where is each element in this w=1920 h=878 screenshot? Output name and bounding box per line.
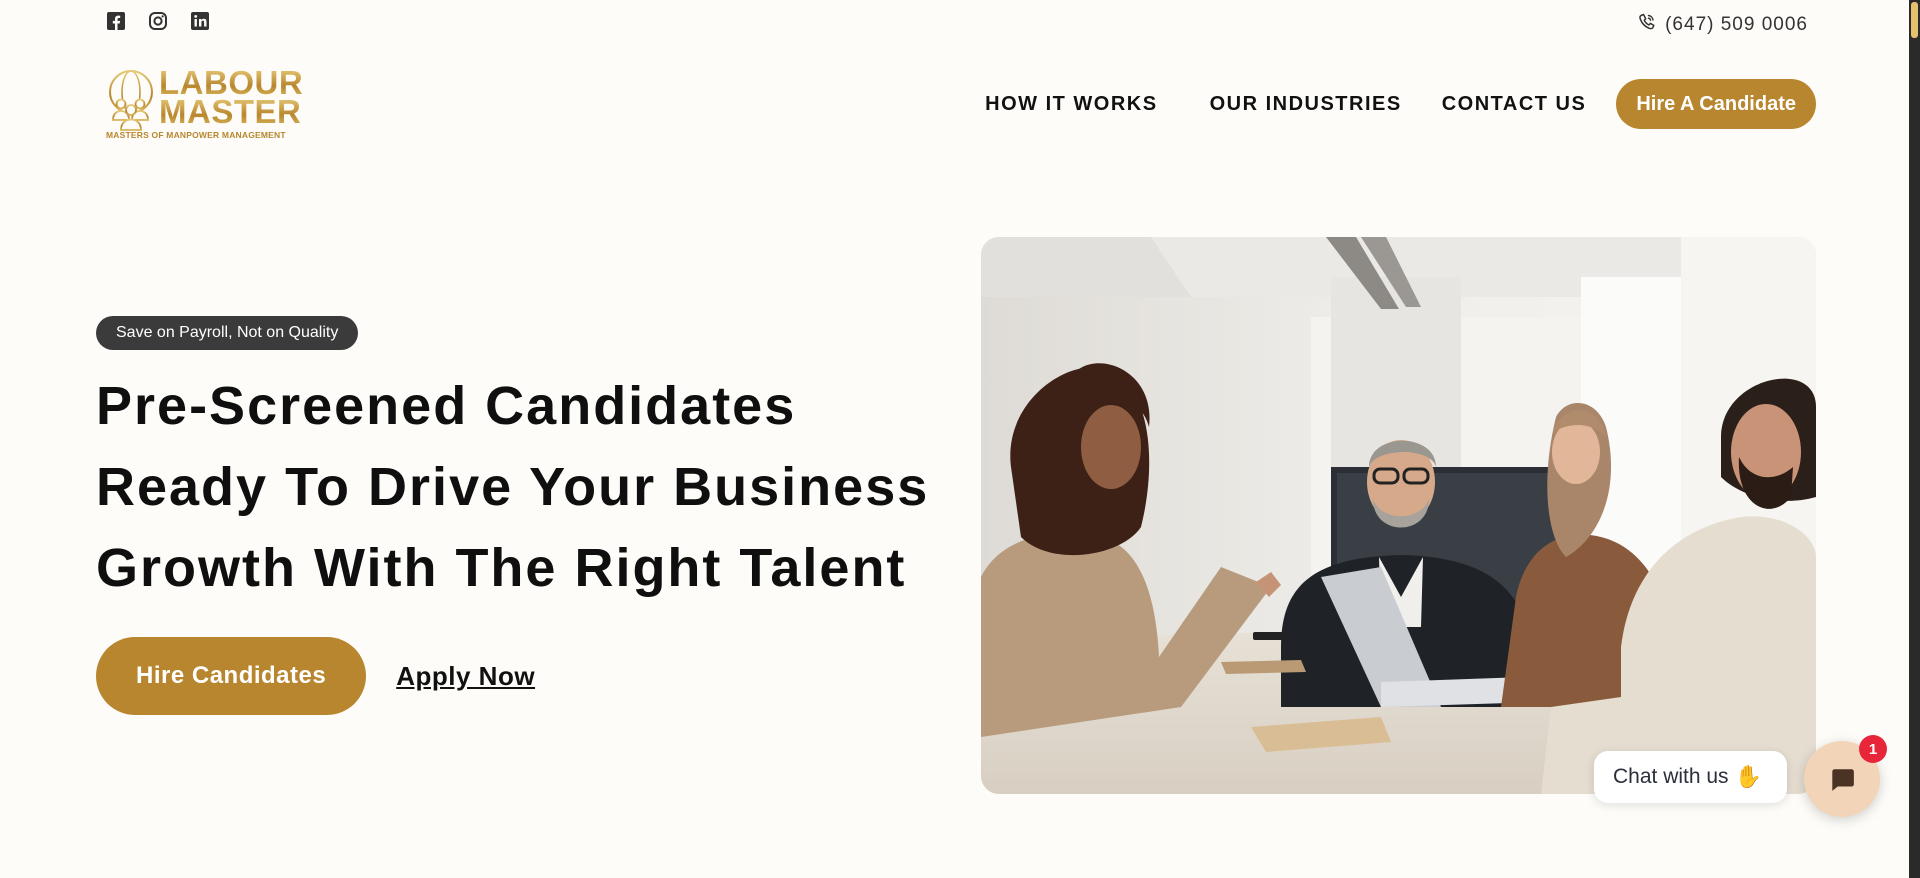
linkedin-icon[interactable] xyxy=(189,10,211,32)
top-bar: (647) 509 0006 xyxy=(0,0,1920,44)
apply-now-link[interactable]: Apply Now xyxy=(396,661,535,692)
chat-icon xyxy=(1832,769,1854,791)
hero-photo xyxy=(981,237,1816,794)
scrollbar-thumb[interactable] xyxy=(1911,2,1918,38)
headline-line: Ready To Drive Your Business xyxy=(96,457,930,517)
chat-prompt-text: Chat with us xyxy=(1613,765,1729,788)
chat-prompt[interactable]: Chat with us ✋ xyxy=(1594,751,1787,803)
hire-a-candidate-button[interactable]: Hire A Candidate xyxy=(1616,79,1816,129)
phone-contact[interactable]: (647) 509 0006 xyxy=(1637,12,1808,38)
brand-logo[interactable]: LABOUR MASTER MASTERS OF MANPOWER MANAGE… xyxy=(106,66,321,142)
waving-hand-icon: ✋ xyxy=(1734,764,1762,789)
page-scrollbar[interactable] xyxy=(1909,0,1920,878)
instagram-icon[interactable] xyxy=(147,10,169,32)
hero-actions: Hire Candidates Apply Now xyxy=(96,637,535,715)
promo-badge: Save on Payroll, Not on Quality xyxy=(96,316,359,350)
nav-contact-us[interactable]: CONTACT US xyxy=(1442,93,1587,116)
main-nav: HOW IT WORKS OUR INDUSTRIES CONTACT US H… xyxy=(985,79,1816,129)
facebook-icon[interactable] xyxy=(105,10,127,32)
logo-wordmark-bottom: MASTER xyxy=(159,93,302,130)
logo-tagline: MASTERS OF MANPOWER MANAGEMENT xyxy=(106,130,286,140)
hire-candidates-button[interactable]: Hire Candidates xyxy=(96,637,367,715)
social-links xyxy=(105,10,211,32)
phone-icon xyxy=(1637,12,1657,38)
hero-headline: Pre-Screened Candidates Ready To Drive Y… xyxy=(96,366,956,609)
headline-line: Pre-Screened Candidates xyxy=(96,376,797,436)
chat-notification-badge: 1 xyxy=(1859,735,1887,763)
nav-our-industries[interactable]: OUR INDUSTRIES xyxy=(1210,93,1402,116)
globe-workers-icon xyxy=(109,70,153,131)
phone-number: (647) 509 0006 xyxy=(1665,14,1808,35)
headline-line: Growth With The Right Talent xyxy=(96,538,907,598)
nav-how-it-works[interactable]: HOW IT WORKS xyxy=(985,93,1157,116)
